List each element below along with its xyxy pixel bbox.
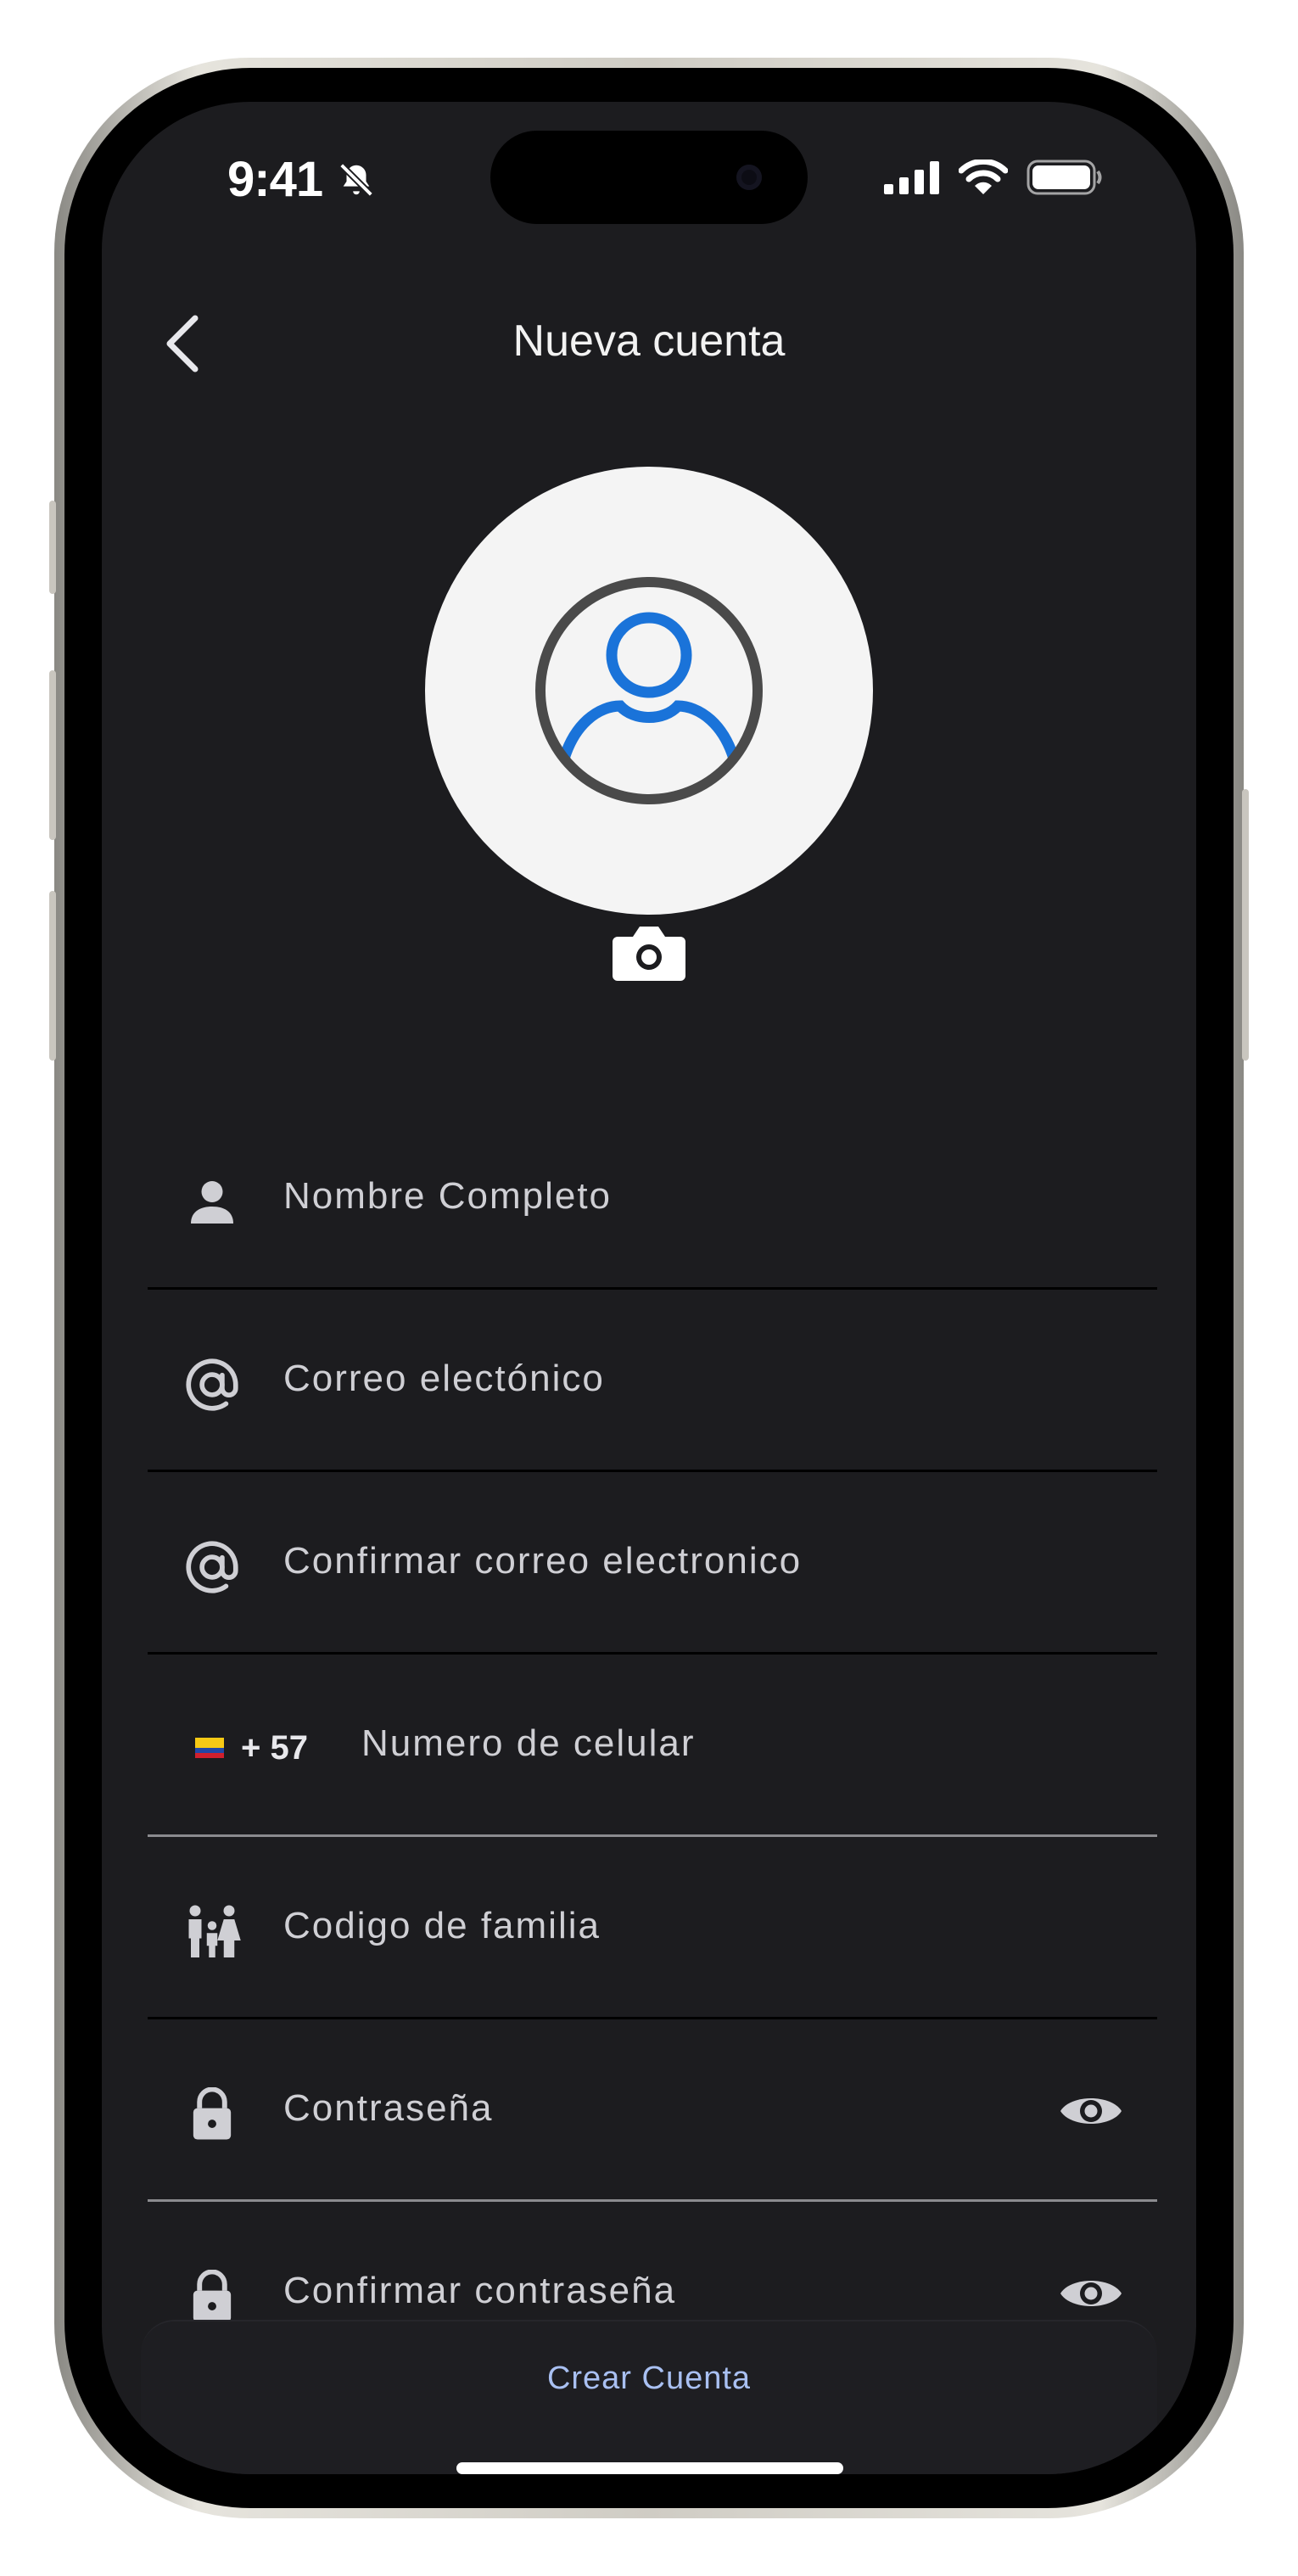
phone-country-code[interactable]: + 57 bbox=[241, 1729, 308, 1767]
family-icon bbox=[188, 1905, 241, 1957]
cellular-signal-icon bbox=[884, 161, 939, 194]
battery-icon bbox=[1027, 160, 1102, 195]
status-icons bbox=[884, 160, 1103, 195]
full-name-field[interactable]: Nombre Completo bbox=[148, 1107, 1157, 1290]
family-code-field[interactable]: Codigo de familia bbox=[148, 1837, 1157, 2019]
phone-placeholder: Numero de celular bbox=[361, 1722, 696, 1764]
email-placeholder: Correo electónico bbox=[283, 1358, 605, 1399]
wifi-icon bbox=[959, 160, 1008, 194]
confirm-email-placeholder: Confirmar correo electronico bbox=[283, 1540, 803, 1582]
eye-visibility-toggle-icon[interactable] bbox=[1059, 2086, 1123, 2136]
colombia-flag-icon[interactable] bbox=[195, 1738, 224, 1758]
side-button-volume-up bbox=[49, 670, 56, 840]
app-screen: 9:41 Nueva cuenta Nombre Completo Correo… bbox=[102, 102, 1196, 2474]
lock-icon bbox=[193, 2087, 232, 2140]
confirm-email-field[interactable]: Confirmar correo electronico bbox=[148, 1472, 1157, 1655]
password-field[interactable]: Contraseña bbox=[148, 2019, 1157, 2202]
status-time: 9:41 bbox=[227, 151, 376, 208]
avatar-picker[interactable] bbox=[425, 467, 873, 915]
home-indicator[interactable] bbox=[456, 2462, 843, 2474]
page-title: Nueva cuenta bbox=[512, 316, 786, 366]
phone-field[interactable]: + 57 Numero de celular bbox=[148, 1655, 1157, 1837]
confirm-password-placeholder: Confirmar contraseña bbox=[283, 2270, 677, 2311]
silent-bell-icon bbox=[339, 163, 374, 197]
dynamic-island bbox=[490, 131, 808, 224]
user-avatar-icon bbox=[535, 577, 763, 804]
person-icon bbox=[191, 1181, 233, 1224]
lock-icon bbox=[193, 2270, 232, 2322]
at-sign-icon bbox=[186, 1541, 238, 1593]
create-account-button[interactable]: Crear Cuenta bbox=[102, 2360, 1196, 2397]
side-button-volume-down bbox=[49, 891, 56, 1061]
email-field[interactable]: Correo electónico bbox=[148, 1290, 1157, 1472]
full-name-placeholder: Nombre Completo bbox=[283, 1175, 613, 1217]
side-button-power bbox=[1242, 789, 1249, 1061]
eye-visibility-toggle-icon[interactable] bbox=[1059, 2268, 1123, 2319]
camera-icon[interactable] bbox=[613, 918, 685, 986]
at-sign-icon bbox=[186, 1358, 238, 1411]
family-code-placeholder: Codigo de familia bbox=[283, 1905, 601, 1946]
password-placeholder: Contraseña bbox=[283, 2087, 494, 2129]
bottom-action-panel bbox=[141, 2320, 1157, 2474]
side-button-action bbox=[49, 501, 56, 594]
